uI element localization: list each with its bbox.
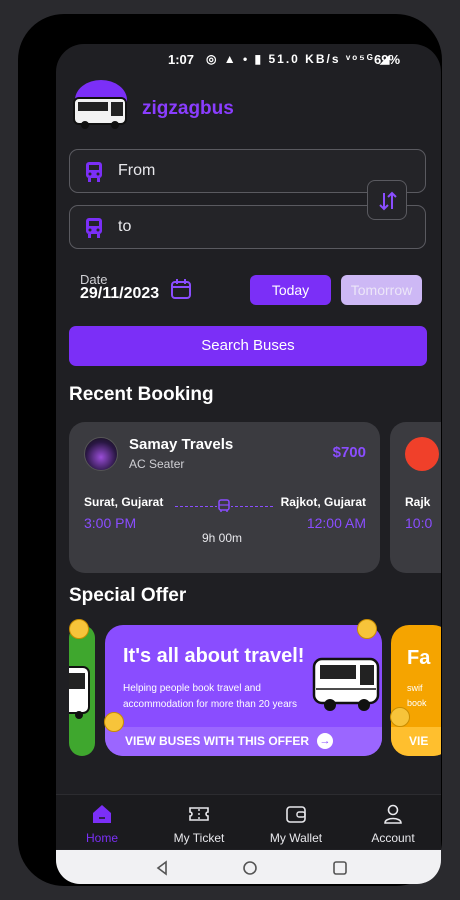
app-screen: 1:07 ◎ ▲ • ▮ 51.0 KB/s ᵛᵒ⁵ᴳ ◢ 69% zigzag… <box>56 44 441 884</box>
operator-avatar <box>405 437 439 471</box>
to-label: to <box>118 218 132 235</box>
from-label: From <box>118 162 156 179</box>
nav-home[interactable]: Home <box>57 803 147 845</box>
emoji-icon <box>357 619 377 639</box>
emoji-icon <box>69 619 89 639</box>
nav-account[interactable]: Account <box>348 803 438 845</box>
back-icon[interactable] <box>154 860 170 876</box>
booking-price: $700 <box>332 444 366 461</box>
peek-time: 10:0 <box>405 515 433 531</box>
to-city: Rajkot, Gujarat <box>280 495 366 509</box>
date-value[interactable]: 29/11/2023 <box>80 285 159 303</box>
offer-description: Helping people book travel and accommoda… <box>123 683 297 710</box>
nav-my-ticket[interactable]: My Ticket <box>154 803 244 845</box>
peek-offer-line2: book <box>407 698 427 708</box>
nav-home-label: Home <box>85 831 118 845</box>
offer-cta-button[interactable]: VIEW BUSES WITH THIS OFFER <box>105 727 382 756</box>
offer-card-peek-right[interactable]: Fa swif book VIE <box>391 625 441 756</box>
trip-duration: 9h 00m <box>202 531 243 545</box>
bus-icon <box>86 218 102 238</box>
search-buses-button[interactable]: Search Buses <box>69 326 427 366</box>
departure-time: 3:00 PM <box>84 515 137 531</box>
today-button[interactable]: Today <box>250 275 331 305</box>
offer-card[interactable]: It's all about travel! Helping people bo… <box>105 625 382 756</box>
bus-image <box>312 657 380 711</box>
special-offer-title: Special Offer <box>69 585 187 606</box>
bus-image <box>69 666 90 719</box>
battery-level: 69% <box>374 52 401 67</box>
peek-offer-cta[interactable]: VIE <box>391 727 441 756</box>
nav-my-ticket-label: My Ticket <box>173 831 225 845</box>
home-circle-icon[interactable] <box>242 860 258 876</box>
tomorrow-button[interactable]: Tomorrow <box>341 275 422 305</box>
arrow-right-icon[interactable]: → <box>317 733 333 749</box>
bus-icon <box>217 499 231 513</box>
account-icon <box>384 804 402 824</box>
home-icon <box>93 805 111 823</box>
brand-name: zigzagbus <box>142 98 234 119</box>
nav-account-label: Account <box>371 831 415 845</box>
status-bar: 1:07 ◎ ▲ • ▮ 51.0 KB/s ᵛᵒ⁵ᴳ ◢ 69% <box>56 44 441 74</box>
status-time: 1:07 <box>168 52 195 67</box>
recent-booking-title: Recent Booking <box>69 384 214 405</box>
ticket-icon <box>189 807 209 821</box>
peek-offer-line1: swif <box>407 683 423 693</box>
wallet-icon <box>286 806 306 823</box>
offer-headline: It's all about travel! <box>123 645 305 667</box>
emoji-icon <box>104 712 124 732</box>
recents-icon[interactable] <box>332 860 348 876</box>
operator-avatar <box>84 437 118 471</box>
swap-arrows-icon <box>379 191 397 211</box>
booking-card-peek[interactable]: Rajk 10:0 <box>390 422 441 573</box>
nav-my-wallet-label: My Wallet <box>269 831 323 845</box>
status-icons: ◎ ▲ • ▮ 51.0 KB/s ᵛᵒ⁵ᴳ ◢ <box>206 52 392 66</box>
bottom-nav: Home My Ticket My Wallet Account <box>56 794 441 849</box>
peek-offer-headline: Fa <box>407 647 431 669</box>
operator-name: Samay Travels <box>129 436 234 453</box>
calendar-icon[interactable] <box>170 278 192 300</box>
emoji-icon <box>390 707 410 727</box>
nav-my-wallet[interactable]: My Wallet <box>251 803 341 845</box>
booking-card[interactable]: Samay Travels AC Seater $700 Surat, Guja… <box>69 422 380 573</box>
phone-frame: 1:07 ◎ ▲ • ▮ 51.0 KB/s ᵛᵒ⁵ᴳ ◢ 69% zigzag… <box>18 14 442 886</box>
seat-type: AC Seater <box>129 457 185 471</box>
from-city: Surat, Gujarat <box>84 495 164 509</box>
bus-icon <box>86 162 102 182</box>
bus-logo-icon <box>73 80 127 129</box>
offer-card-peek-left[interactable] <box>69 625 95 756</box>
swap-button[interactable] <box>367 180 407 220</box>
peek-city: Rajk <box>405 495 431 509</box>
system-nav-bar <box>56 850 441 884</box>
arrival-time: 12:00 AM <box>306 515 366 531</box>
